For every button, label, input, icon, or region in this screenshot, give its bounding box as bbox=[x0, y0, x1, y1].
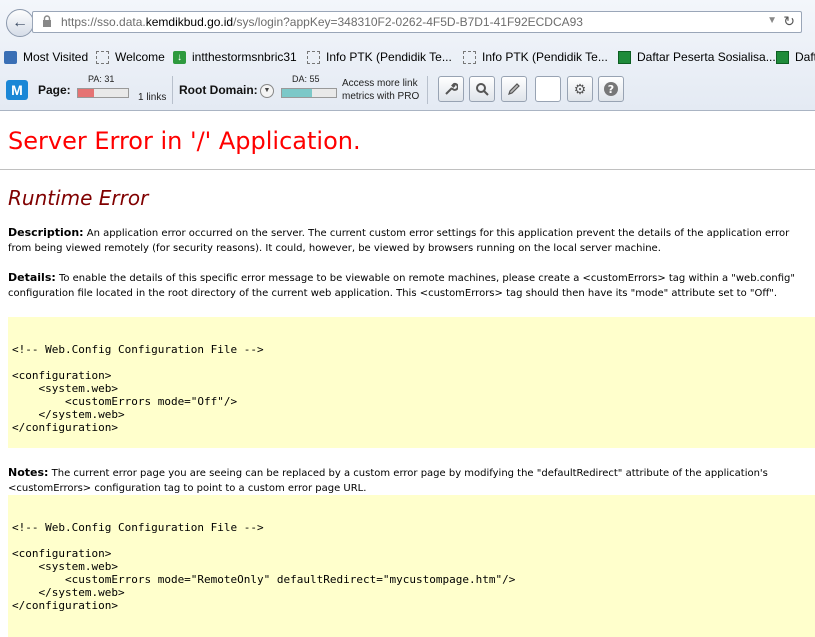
browser-chrome: ← https://sso.data.kemdikbud.go.id/sys/l… bbox=[0, 0, 815, 111]
url-suffix: /sys/login?appKey=348310F2-0262-4F5D-B7D… bbox=[233, 15, 583, 29]
back-arrow-icon[interactable]: ← bbox=[6, 9, 34, 37]
bookmark-label: Welcome bbox=[115, 50, 165, 64]
notes-paragraph: Notes: The current error page you are se… bbox=[8, 465, 815, 496]
page-label: Page: bbox=[38, 83, 71, 97]
da-bar-fill bbox=[282, 89, 312, 97]
bookmark-daftar-peserta[interactable]: Daftar Peserta Sosialisa... bbox=[618, 50, 776, 64]
address-bar[interactable]: https://sso.data.kemdikbud.go.id/sys/log… bbox=[32, 11, 802, 33]
blank-page-icon bbox=[96, 50, 109, 64]
description-text: An application error occurred on the ser… bbox=[8, 228, 790, 254]
blank-page-icon bbox=[463, 50, 476, 64]
blank-page-icon bbox=[307, 50, 320, 64]
code-block-2: <!-- Web.Config Configuration File --> <… bbox=[8, 495, 815, 637]
moz-logo-icon[interactable]: M bbox=[6, 80, 28, 100]
bookmark-download[interactable]: ↓ intthestormsnbric31 bbox=[173, 50, 297, 64]
pa-bar-fill bbox=[78, 89, 94, 97]
search-icon[interactable] bbox=[469, 76, 495, 102]
links-count: 1 links bbox=[138, 92, 167, 103]
details-paragraph: Details: To enable the details of this s… bbox=[8, 270, 815, 301]
most-visited-icon bbox=[4, 50, 17, 64]
chevron-down-icon[interactable]: ▼ bbox=[260, 84, 274, 98]
lock-icon bbox=[42, 15, 54, 29]
help-icon[interactable]: ? bbox=[598, 76, 624, 102]
pro-upsell-text[interactable]: Access more link metrics with PRO bbox=[342, 77, 419, 103]
bookmark-info-ptk-1[interactable]: Info PTK (Pendidik Te... bbox=[307, 50, 452, 64]
bookmark-welcome[interactable]: Welcome bbox=[96, 50, 165, 64]
pro-text-line1: Access more link bbox=[342, 78, 418, 89]
divider bbox=[0, 169, 815, 170]
notes-label: Notes: bbox=[8, 466, 49, 479]
page-title: Server Error in '/' Application. bbox=[8, 127, 361, 155]
details-text: To enable the details of this specific e… bbox=[8, 273, 795, 299]
da-bar bbox=[281, 88, 337, 98]
bookmark-label: Info PTK (Pendidik Te... bbox=[482, 50, 608, 64]
gear-icon[interactable]: ⚙ bbox=[567, 76, 593, 102]
bookmark-label: Daftar Peserta Sosialisa... bbox=[637, 50, 776, 64]
error-subtitle: Runtime Error bbox=[8, 186, 149, 210]
description-label: Description: bbox=[8, 226, 84, 239]
blank-button[interactable] bbox=[535, 76, 561, 102]
svg-text:?: ? bbox=[608, 83, 614, 96]
pencil-icon[interactable] bbox=[501, 76, 527, 102]
bookmark-label: Most Visited bbox=[23, 50, 89, 64]
code-block-1: <!-- Web.Config Configuration File --> <… bbox=[8, 317, 815, 448]
pro-text-line2: metrics with PRO bbox=[342, 91, 420, 102]
code-block-text: <!-- Web.Config Configuration File --> <… bbox=[12, 521, 516, 612]
url-domain: kemdikbud.go.id bbox=[145, 15, 234, 29]
bookmark-most-visited[interactable]: Most Visited bbox=[4, 50, 88, 64]
description-paragraph: Description: An application error occurr… bbox=[8, 225, 815, 256]
bookmark-label: intthestormsnbric31 bbox=[192, 50, 297, 64]
bookmark-daft[interactable]: Daft bbox=[776, 50, 815, 64]
reload-icon[interactable]: ↻ bbox=[783, 13, 795, 30]
url-prefix: https://sso.data. bbox=[61, 15, 146, 29]
download-icon: ↓ bbox=[173, 50, 186, 64]
toolbar-divider bbox=[427, 76, 428, 104]
url-text: https://sso.data.kemdikbud.go.id/sys/log… bbox=[61, 15, 583, 29]
da-label: DA: 55 bbox=[292, 74, 320, 84]
notes-text: The current error page you are seeing ca… bbox=[8, 468, 768, 494]
bookmark-label: Info PTK (Pendidik Te... bbox=[326, 50, 452, 64]
spreadsheet-icon bbox=[776, 50, 789, 64]
pa-label: PA: 31 bbox=[88, 74, 115, 84]
spreadsheet-icon bbox=[618, 50, 631, 64]
bookmark-info-ptk-2[interactable]: Info PTK (Pendidik Te... bbox=[463, 50, 608, 64]
root-domain-label: Root Domain: bbox=[179, 83, 258, 97]
bookmarks-bar: Most Visited Welcome ↓ intthestormsnbric… bbox=[0, 46, 815, 70]
bookmark-label: Daft bbox=[795, 50, 815, 64]
wrench-icon[interactable] bbox=[438, 76, 464, 102]
chevron-down-icon[interactable]: ▼ bbox=[767, 15, 777, 26]
details-label: Details: bbox=[8, 271, 56, 284]
code-block-text: <!-- Web.Config Configuration File --> <… bbox=[12, 343, 264, 434]
toolbar-divider bbox=[172, 76, 173, 104]
url-row: ← https://sso.data.kemdikbud.go.id/sys/l… bbox=[0, 0, 815, 44]
mozbar-toolbar: M Page: PA: 31 1 links Root Domain: ▼ DA… bbox=[0, 72, 815, 108]
pa-bar bbox=[77, 88, 129, 98]
